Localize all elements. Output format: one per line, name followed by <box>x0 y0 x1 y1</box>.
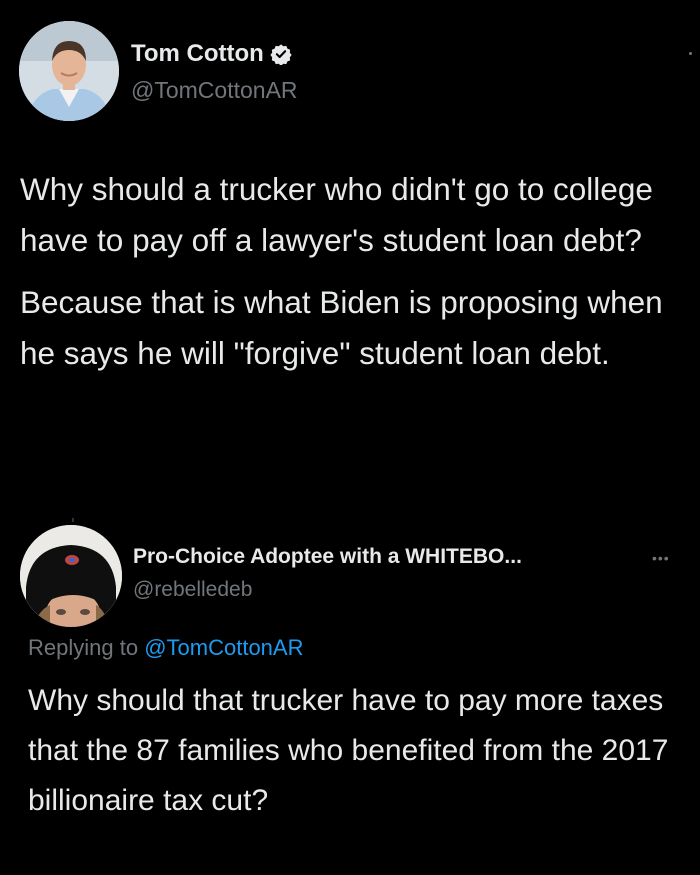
avatar-rebelledeb[interactable] <box>20 525 122 627</box>
reply-author-handle[interactable]: @rebelledeb <box>133 578 252 602</box>
avatar-photo-icon <box>20 525 122 627</box>
thread-connector <box>72 518 74 522</box>
tweet-paragraph: Why should a trucker who didn't go to co… <box>20 171 653 258</box>
reply-body: Why should that trucker have to pay more… <box>28 684 669 817</box>
tweet-thread: Tom Cotton @TomCottonAR Why should a tru… <box>0 0 700 875</box>
replying-prefix: Replying to <box>28 635 139 660</box>
author-handle[interactable]: @TomCottonAR <box>131 77 298 104</box>
reply-author-name[interactable]: Pro-Choice Adoptee with a WHITEBO... <box>133 545 522 569</box>
tweet-paragraph: Because that is what Biden is proposing … <box>20 284 663 371</box>
avatar-photo-icon <box>19 21 119 121</box>
avatar-tom-cotton[interactable] <box>19 21 119 121</box>
more-options-icon[interactable]: ••• <box>652 550 670 566</box>
verified-badge-icon <box>270 44 292 65</box>
mention-link[interactable]: @TomCottonAR <box>144 635 303 660</box>
author-name[interactable]: Tom Cotton <box>131 40 292 68</box>
replying-to-line: Replying to @TomCottonAR <box>28 635 303 661</box>
tweet-body: Why should a trucker who didn't go to co… <box>20 164 690 390</box>
author-name-label: Tom Cotton <box>131 40 264 67</box>
scroll-indicator-dot <box>689 52 692 55</box>
